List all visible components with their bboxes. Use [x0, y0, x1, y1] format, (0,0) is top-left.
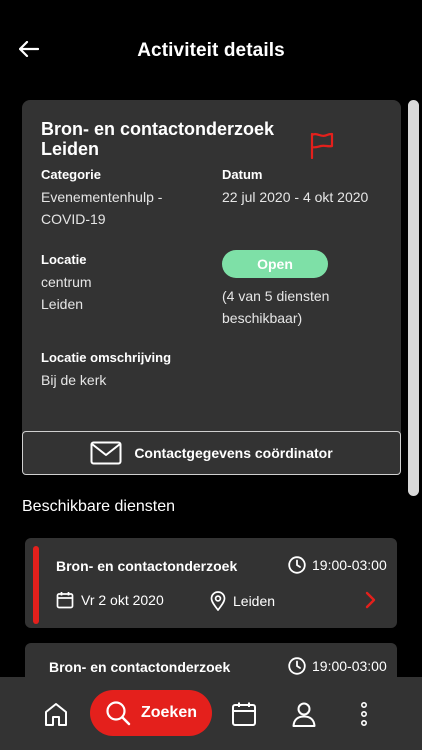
date-label: Datum — [222, 167, 263, 182]
clock-icon — [288, 556, 306, 574]
service-date-text: Vr 2 okt 2020 — [81, 592, 164, 608]
service-name: Bron- en contactonderzoek — [56, 558, 238, 574]
nav-calendar[interactable] — [229, 699, 259, 729]
service-location: Leiden — [210, 591, 275, 611]
search-icon — [106, 701, 131, 726]
report-flag-button[interactable] — [309, 131, 335, 160]
service-location-text: Leiden — [233, 593, 276, 609]
status-badge: Open — [222, 250, 328, 278]
location-description-label: Locatie omschrijving — [41, 350, 172, 365]
availability-line2: beschikbaar) — [222, 310, 303, 326]
services-section-title: Beschikbare diensten — [22, 498, 175, 515]
category-value-line1: Evenementenhulp - — [41, 189, 163, 205]
category-label: Categorie — [41, 167, 101, 182]
nav-profile[interactable] — [289, 699, 319, 729]
availability-line1: (4 van 5 diensten — [222, 288, 330, 304]
date-value: 22 jul 2020 - 4 okt 2020 — [222, 189, 369, 205]
location-pin-icon — [210, 591, 226, 611]
chevron-right-icon[interactable] — [362, 591, 378, 609]
home-icon — [45, 703, 67, 726]
user-icon — [292, 702, 316, 727]
calendar-icon — [232, 702, 256, 726]
nav-search-label: Zoeken — [140, 704, 197, 721]
contact-coordinator-button[interactable]: Contactgegevens coördinator — [22, 431, 401, 475]
nav-more[interactable] — [349, 699, 379, 729]
location-value-line1: centrum — [41, 274, 92, 290]
scrollbar[interactable] — [408, 100, 419, 496]
service-time-text: 19:00-03:00 — [312, 557, 387, 573]
location-description-value: Bij de kerk — [41, 372, 107, 388]
service-date: Vr 2 okt 2020 — [56, 591, 164, 609]
clock-icon — [288, 657, 306, 675]
calendar-icon — [56, 592, 74, 609]
service-accent-bar — [33, 546, 39, 624]
activity-details-card: Bron- en contactonderzoek Leiden Categor… — [22, 100, 401, 475]
location-label: Locatie — [41, 252, 87, 267]
service-time: 19:00-03:00 — [288, 556, 387, 574]
service-card[interactable]: Bron- en contactonderzoek 19:00-03:00 Vr… — [25, 538, 397, 628]
top-bar: Activiteit details — [0, 0, 422, 100]
page-title: Activiteit details — [137, 40, 285, 61]
service-name: Bron- en contactonderzoek — [49, 659, 231, 675]
activity-title: Bron- en contactonderzoek Leiden — [41, 119, 275, 159]
location-value-line2: Leiden — [41, 296, 84, 312]
service-time-text: 19:00-03:00 — [312, 658, 387, 674]
nav-search[interactable]: Zoeken — [90, 690, 212, 736]
nav-home[interactable] — [41, 699, 71, 729]
service-time: 19:00-03:00 — [288, 657, 387, 675]
flag-icon — [310, 132, 334, 160]
mail-icon — [90, 441, 122, 465]
contact-coordinator-label: Contactgegevens coördinator — [134, 445, 333, 461]
more-vertical-icon — [360, 701, 368, 726]
category-value-line2: COVID-19 — [41, 211, 106, 227]
bottom-navigation: Zoeken — [0, 677, 422, 750]
